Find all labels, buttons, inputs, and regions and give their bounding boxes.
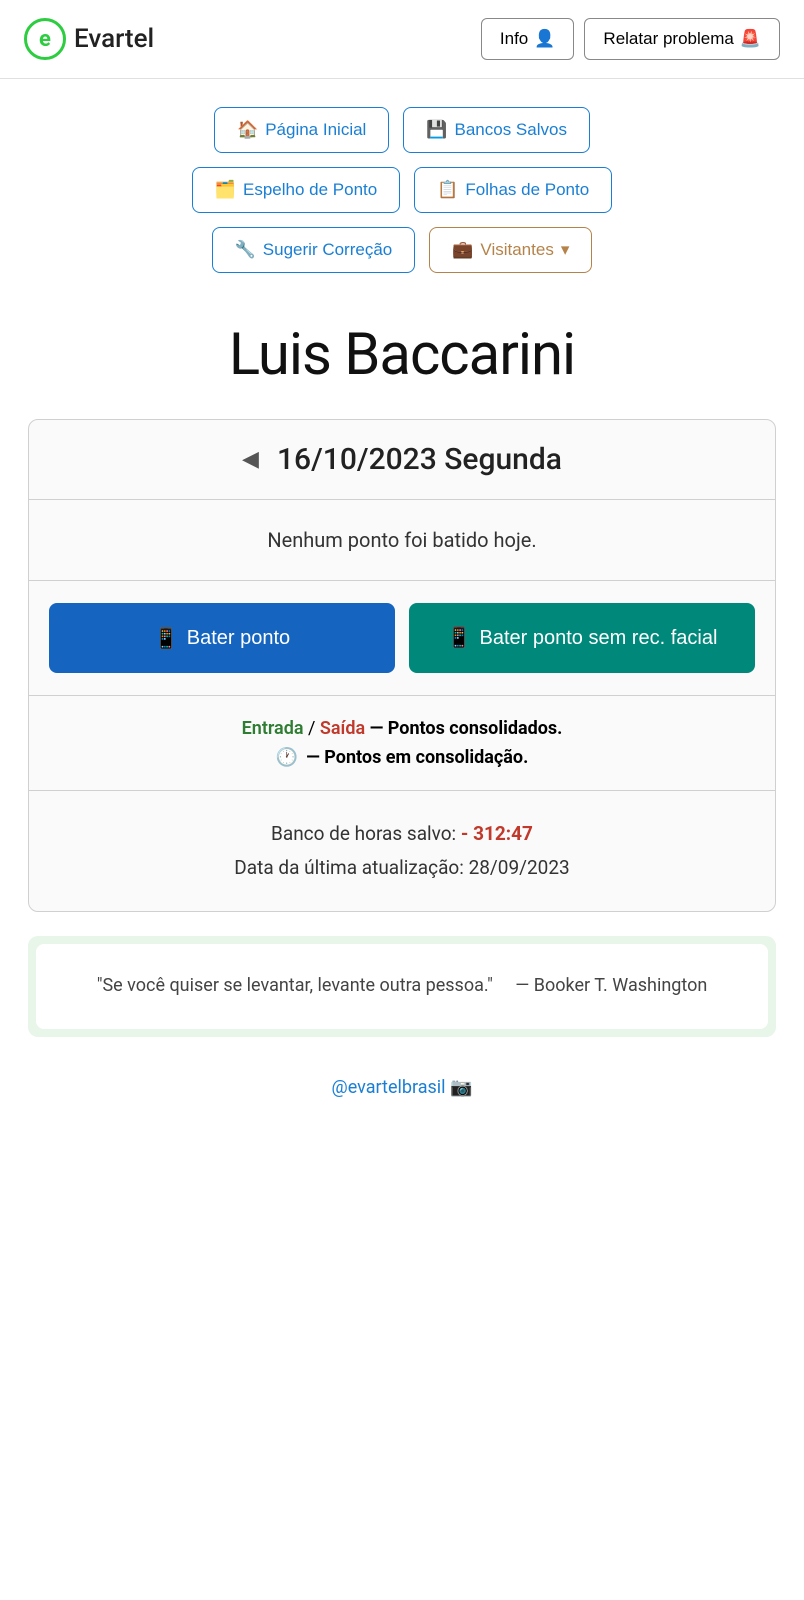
suggest-icon: 🔧 — [235, 240, 256, 260]
name-section: Luis Baccarini — [0, 283, 804, 409]
banks-icon: 💾 — [426, 120, 447, 140]
logo-name: Evartel — [74, 24, 154, 54]
app-header: e Evartel Info 👤 Relatar problema 🚨 — [0, 0, 804, 79]
legend-consolidated-line: Entrada / Saída — Pontos consolidados. — [49, 718, 755, 739]
sheets-label: Folhas de Ponto — [465, 180, 589, 200]
entrada-label: Entrada — [242, 718, 304, 739]
nav-section: 🏠 Página Inicial 💾 Bancos Salvos 🗂️ Espe… — [0, 79, 804, 283]
quote-text: "Se você quiser se levantar, levante out… — [97, 975, 493, 996]
consolidating-text: — Pontos em consolidação. — [306, 747, 528, 768]
info-icon: 👤 — [534, 29, 555, 49]
footer: @evartelbrasil 📷 — [0, 1057, 804, 1128]
header-buttons: Info 👤 Relatar problema 🚨 — [481, 18, 780, 60]
sheets-icon: 📋 — [437, 180, 458, 200]
mirror-label: Espelho de Ponto — [243, 180, 377, 200]
update-row: Data da última atualização: 28/09/2023 — [49, 851, 755, 885]
home-label: Página Inicial — [265, 120, 366, 140]
nav-row-2: 🗂️ Espelho de Ponto 📋 Folhas de Ponto — [192, 167, 612, 213]
suggest-label: Sugerir Correção — [263, 240, 392, 260]
report-problem-button[interactable]: Relatar problema 🚨 — [584, 18, 780, 60]
report-icon: 🚨 — [740, 29, 761, 49]
sheets-button[interactable]: 📋 Folhas de Ponto — [414, 167, 612, 213]
nav-row-3: 🔧 Sugerir Correção 💼 Visitantes ▾ — [212, 227, 593, 273]
legend-consolidating-line: 🕐 — Pontos em consolidação. — [49, 747, 755, 768]
update-label: Data da última atualização: — [234, 856, 464, 879]
legend-slash: / — [308, 718, 320, 739]
legend-section: Entrada / Saída — Pontos consolidados. 🕐… — [29, 696, 775, 791]
mirror-button[interactable]: 🗂️ Espelho de Ponto — [192, 167, 400, 213]
info-button[interactable]: Info 👤 — [481, 18, 575, 60]
bank-label: Banco de horas salvo: — [271, 822, 456, 845]
update-value: 28/09/2023 — [469, 856, 570, 879]
saida-label: Saída — [320, 718, 365, 739]
consolidated-text: — Pontos consolidados. — [370, 718, 563, 739]
logo-area: e Evartel — [24, 18, 154, 60]
main-card: ◀ 16/10/2023 Segunda Nenhum ponto foi ba… — [28, 419, 776, 912]
bater-sem-icon: 📱 — [447, 625, 472, 651]
quote-box: "Se você quiser se levantar, levante out… — [36, 944, 768, 1029]
visitors-arrow: ▾ — [561, 240, 570, 260]
prev-date-button[interactable]: ◀ — [242, 447, 259, 472]
punch-buttons-row: 📱 Bater ponto 📱 Bater ponto sem rec. fac… — [29, 581, 775, 696]
visitors-label: Visitantes — [480, 240, 553, 260]
bater-ponto-sem-facial-button[interactable]: 📱 Bater ponto sem rec. facial — [409, 603, 755, 673]
instagram-link[interactable]: @evartelbrasil 📷 — [332, 1077, 473, 1098]
no-punch-message: Nenhum ponto foi batido hoje. — [29, 500, 775, 581]
home-button[interactable]: 🏠 Página Inicial — [214, 107, 389, 153]
logo-icon: e — [24, 18, 66, 60]
current-date: 16/10/2023 Segunda — [277, 442, 562, 477]
home-icon: 🏠 — [237, 120, 258, 140]
clock-icon: 🕐 — [276, 747, 298, 768]
info-label: Info — [500, 29, 528, 49]
date-row: ◀ 16/10/2023 Segunda — [29, 420, 775, 500]
bater-ponto-label: Bater ponto — [187, 627, 290, 650]
bater-ponto-button[interactable]: 📱 Bater ponto — [49, 603, 395, 673]
quote-section: "Se você quiser se levantar, levante out… — [28, 936, 776, 1037]
instagram-icon: 📷 — [450, 1077, 472, 1098]
banks-saved-button[interactable]: 💾 Bancos Salvos — [403, 107, 590, 153]
bank-info-section: Banco de horas salvo: - 312:47 Data da ú… — [29, 791, 775, 911]
visitors-button[interactable]: 💼 Visitantes ▾ — [429, 227, 592, 273]
banks-label: Bancos Salvos — [455, 120, 567, 140]
mirror-icon: 🗂️ — [215, 180, 236, 200]
bank-hours-row: Banco de horas salvo: - 312:47 — [49, 817, 755, 851]
bater-sem-label: Bater ponto sem rec. facial — [480, 625, 718, 651]
user-name: Luis Baccarini — [20, 321, 784, 389]
quote-author: — Booker T. Washington — [515, 975, 707, 996]
bank-value: - 312:47 — [461, 822, 533, 845]
visitors-icon: 💼 — [452, 240, 473, 260]
suggest-button[interactable]: 🔧 Sugerir Correção — [212, 227, 416, 273]
instagram-label: @evartelbrasil — [332, 1077, 446, 1098]
nav-row-1: 🏠 Página Inicial 💾 Bancos Salvos — [214, 107, 590, 153]
report-label: Relatar problema — [603, 29, 733, 49]
bater-ponto-icon: 📱 — [154, 626, 179, 651]
